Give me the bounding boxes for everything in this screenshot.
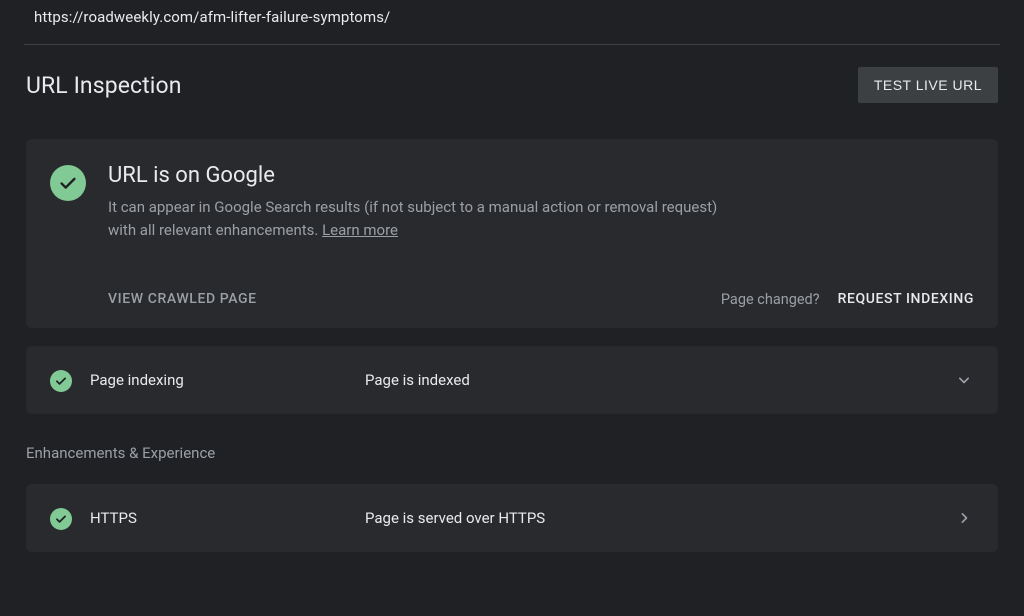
status-description-text: It can appear in Google Search results (… — [108, 198, 717, 239]
row-label: Page indexing — [90, 371, 365, 389]
inspected-url: https://roadweekly.com/afm-lifter-failur… — [0, 0, 1024, 44]
enhancements-section-label: Enhancements & Experience — [0, 414, 1024, 466]
learn-more-link[interactable]: Learn more — [322, 221, 398, 239]
check-success-icon — [50, 368, 72, 392]
status-actions: VIEW CRAWLED PAGE Page changed? REQUEST … — [50, 291, 974, 308]
check-success-icon — [50, 165, 86, 201]
row-value: Page is indexed — [365, 371, 954, 389]
view-crawled-page-button[interactable]: VIEW CRAWLED PAGE — [108, 291, 257, 307]
page-changed-label: Page changed? — [721, 291, 820, 308]
header-row: URL Inspection TEST LIVE URL — [0, 45, 1024, 121]
page-title: URL Inspection — [26, 72, 182, 99]
status-description: It can appear in Google Search results (… — [108, 196, 728, 243]
check-success-icon — [50, 506, 72, 530]
status-title: URL is on Google — [108, 163, 728, 188]
row-value: Page is served over HTTPS — [365, 509, 954, 527]
chevron-right-icon — [954, 508, 974, 528]
status-summary: URL is on Google It can appear in Google… — [50, 163, 974, 243]
https-row[interactable]: HTTPS Page is served over HTTPS — [26, 484, 998, 552]
chevron-down-icon — [954, 370, 974, 390]
row-label: HTTPS — [90, 509, 365, 527]
page-indexing-row[interactable]: Page indexing Page is indexed — [26, 346, 998, 414]
request-indexing-button[interactable]: REQUEST INDEXING — [838, 291, 974, 307]
test-live-url-button[interactable]: TEST LIVE URL — [858, 67, 998, 103]
status-card: URL is on Google It can appear in Google… — [26, 139, 998, 328]
